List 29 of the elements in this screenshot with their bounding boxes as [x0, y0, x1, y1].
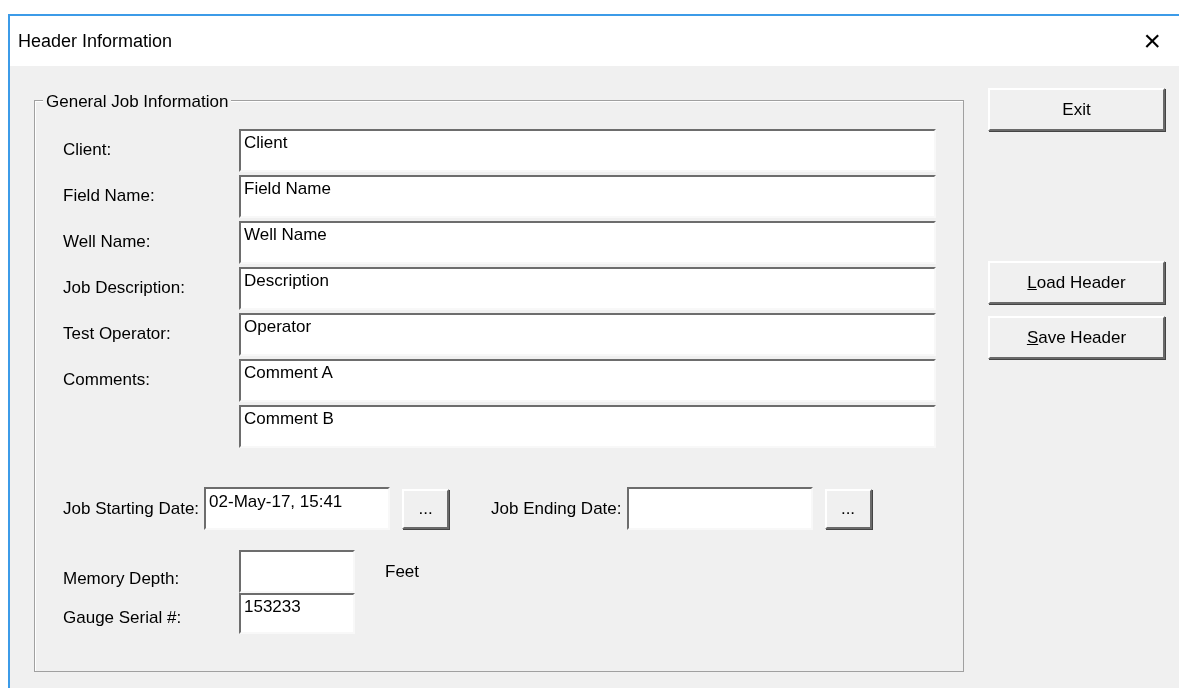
browse-button[interactable]: ... [824, 488, 872, 529]
exit-button[interactable]: Exit [988, 88, 1165, 131]
close-button[interactable]: × [1143, 26, 1161, 56]
text-field[interactable]: Well Name [239, 220, 936, 264]
text-field[interactable]: Comment B [239, 404, 936, 448]
text-field[interactable]: Operator [239, 312, 936, 356]
text-field[interactable]: Field Name [239, 174, 936, 218]
text-field[interactable]: Description [239, 266, 936, 310]
text-field[interactable]: Comment A [239, 358, 936, 402]
unit-label: Feet [385, 560, 420, 583]
field-label: Well Name: [63, 231, 152, 254]
field-label: Field Name: [63, 185, 156, 208]
load-button[interactable]: Load Header [988, 261, 1165, 304]
field-label: Memory Depth: [63, 567, 181, 590]
serial-field[interactable]: 153233 [239, 593, 355, 634]
date-field[interactable] [626, 487, 813, 530]
field-label: Job Description: [63, 277, 186, 300]
window-title: Header Information [18, 29, 173, 53]
field-label: Test Operator: [63, 323, 172, 346]
browse-button[interactable]: ... [402, 488, 450, 529]
depth-field[interactable] [239, 550, 355, 593]
field-label: Client: [63, 139, 113, 162]
field-label: Job Starting Date: [63, 497, 200, 520]
field-label: Comments: [63, 369, 151, 392]
text-field[interactable]: Client [239, 128, 936, 172]
save-button[interactable]: Save Header [988, 316, 1165, 359]
date-field[interactable]: 02-May-17, 15:41 [204, 487, 391, 530]
field-label: Job Ending Date: [491, 497, 622, 520]
field-label: Gauge Serial #: [63, 606, 183, 629]
